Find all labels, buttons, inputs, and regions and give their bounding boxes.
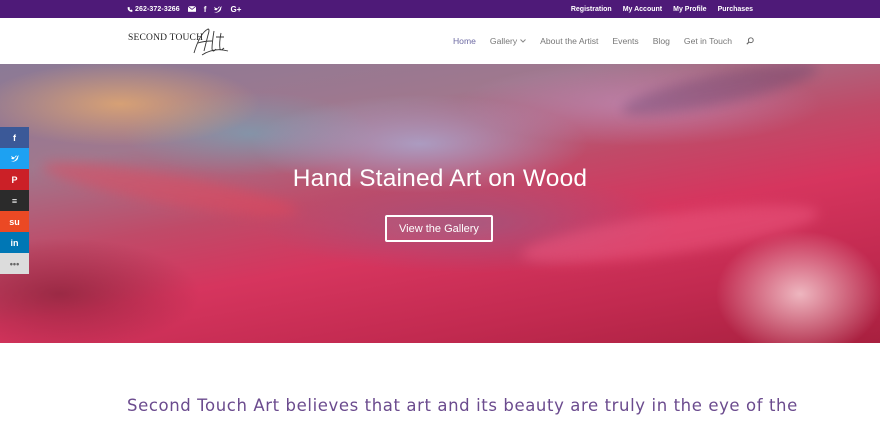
nav-home[interactable]: Home xyxy=(453,36,476,46)
site-header: SECOND TOUCH Home Gallery About the Arti… xyxy=(0,18,880,65)
my-account-link[interactable]: My Account xyxy=(623,6,662,13)
view-gallery-button[interactable]: View the Gallery xyxy=(385,215,493,242)
hero-paint-streak xyxy=(619,64,821,125)
facebook-share-button[interactable]: f xyxy=(0,127,29,148)
site-logo[interactable]: SECOND TOUCH xyxy=(128,27,238,57)
registration-link[interactable]: Registration xyxy=(571,6,612,13)
twitter-icon xyxy=(10,155,19,162)
buffer-share-button[interactable]: ≡ xyxy=(0,190,29,211)
nav-gallery[interactable]: Gallery xyxy=(490,36,526,46)
hero-paint-streak xyxy=(518,193,822,275)
nav-about-artist[interactable]: About the Artist xyxy=(540,36,598,46)
more-icon: ••• xyxy=(9,258,20,269)
chevron-down-icon xyxy=(520,39,526,43)
buffer-icon: ≡ xyxy=(11,195,18,206)
stumbleupon-share-button[interactable]: su xyxy=(0,211,29,232)
nav-gallery-label: Gallery xyxy=(489,36,518,46)
search-icon[interactable] xyxy=(746,37,754,45)
phone-icon xyxy=(127,6,133,12)
intro-text: Second Touch Art believes that art and i… xyxy=(127,396,798,415)
stumbleupon-icon: su xyxy=(9,216,20,227)
linkedin-icon: in xyxy=(10,237,19,248)
google-plus-icon[interactable]: G+ xyxy=(230,0,241,18)
top-bar-contact: 262-372-3266 f G+ xyxy=(127,0,241,18)
facebook-icon: f xyxy=(13,132,16,143)
top-bar: 262-372-3266 f G+ Registration My Accoun… xyxy=(0,0,880,18)
more-share-button[interactable]: ••• xyxy=(0,253,29,274)
nav-blog[interactable]: Blog xyxy=(653,36,670,46)
purchases-link[interactable]: Purchases xyxy=(718,6,753,13)
account-links: Registration My Account My Profile Purch… xyxy=(571,0,753,18)
linkedin-share-button[interactable]: in xyxy=(0,232,29,253)
nav-events[interactable]: Events xyxy=(612,36,638,46)
my-profile-link[interactable]: My Profile xyxy=(673,6,706,13)
main-nav: Home Gallery About the Artist Events Blo… xyxy=(453,18,754,64)
social-share-sidebar: f P ≡ su in ••• xyxy=(0,127,29,274)
nav-get-in-touch[interactable]: Get in Touch xyxy=(684,36,732,46)
twitter-share-button[interactable] xyxy=(0,148,29,169)
facebook-icon[interactable]: f xyxy=(204,0,207,18)
phone-link[interactable]: 262-372-3266 xyxy=(127,6,180,13)
email-icon[interactable] xyxy=(187,0,196,18)
pinterest-icon: P xyxy=(11,174,18,185)
twitter-icon[interactable] xyxy=(214,0,223,18)
pinterest-share-button[interactable]: P xyxy=(0,169,29,190)
hero-banner: Hand Stained Art on Wood View the Galler… xyxy=(0,64,880,343)
hero-title: Hand Stained Art on Wood xyxy=(292,165,588,192)
logo-script-art xyxy=(193,28,229,56)
phone-number: 262-372-3266 xyxy=(135,5,180,13)
